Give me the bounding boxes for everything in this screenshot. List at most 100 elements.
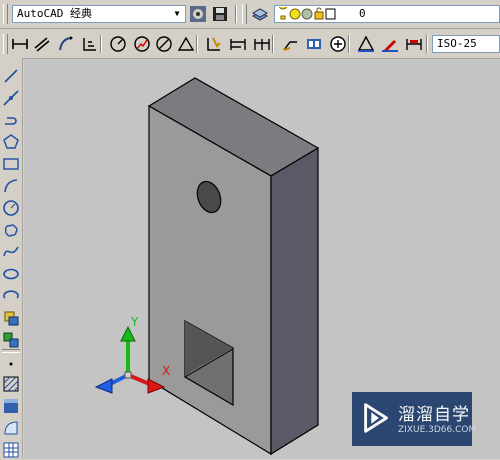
revcloud-icon: [4, 224, 18, 237]
construction-line-button[interactable]: [1, 88, 21, 108]
workspace-settings-button[interactable]: [188, 4, 208, 24]
quick-leader-icon: [283, 41, 297, 51]
revcloud-button[interactable]: [1, 220, 21, 240]
dimstyle-value: ISO-25: [437, 37, 477, 50]
diameter-dim-button[interactable]: [154, 34, 174, 54]
toolbar-grip[interactable]: [242, 4, 247, 24]
construction-line-icon: [3, 90, 19, 106]
linear-dim-icon: [12, 39, 28, 49]
aligned-dim-button[interactable]: [32, 34, 52, 54]
arc-length-dim-button[interactable]: [56, 34, 76, 54]
quick-dim-icon: [207, 37, 221, 51]
linear-dim-button[interactable]: [10, 34, 30, 54]
toolbar-grip[interactable]: [3, 4, 8, 24]
toolbar-separator: [272, 35, 274, 53]
continue-dim-button[interactable]: [252, 34, 272, 54]
layer-properties-button[interactable]: [250, 4, 270, 24]
ellipse-arc-button[interactable]: [1, 286, 21, 306]
ucs-y-label: Y: [131, 315, 139, 329]
jogged-dim-icon: [134, 36, 150, 52]
watermark-logo: 溜溜自学 ZIXUE.3D66.COM: [352, 392, 476, 446]
toolbar-grip[interactable]: [3, 34, 8, 54]
watermark-brand: 溜溜自学: [398, 405, 470, 425]
dimstyle-dropdown[interactable]: ISO-25: [432, 35, 500, 53]
workspace-value: AutoCAD 经典: [17, 7, 92, 20]
region-icon: [4, 421, 18, 435]
polyline-button[interactable]: [1, 110, 21, 130]
baseline-dim-icon: [230, 39, 246, 50]
jogged-dim-button[interactable]: [132, 34, 152, 54]
arc-icon: [4, 179, 18, 193]
arc-length-dim-icon: [59, 36, 73, 51]
ordinate-dim-icon: [83, 38, 96, 51]
insert-block-button[interactable]: [1, 308, 21, 328]
arc-button[interactable]: [1, 176, 21, 196]
diameter-dim-icon: [156, 36, 172, 52]
radius-dim-button[interactable]: [108, 34, 128, 54]
toolbar-separator: [235, 5, 237, 23]
play-logo-icon: [364, 403, 388, 433]
layer-name: 0: [359, 7, 366, 20]
insert-block-icon: [4, 311, 19, 326]
chevron-down-icon[interactable]: ▼: [171, 8, 183, 20]
table-icon: [3, 442, 19, 458]
ellipse-button[interactable]: [1, 264, 21, 284]
quick-dim-button[interactable]: [204, 34, 224, 54]
aligned-dim-icon: [34, 37, 50, 52]
ellipse-icon: [3, 268, 19, 280]
toolbar-row-workspace: AutoCAD 经典 ▼ 0: [0, 0, 500, 29]
hatch-button[interactable]: [1, 374, 21, 394]
line-button[interactable]: [1, 66, 21, 86]
center-mark-button[interactable]: [328, 34, 348, 54]
spline-icon: [3, 246, 19, 257]
dim-edit-icon: [357, 35, 375, 52]
polygon-button[interactable]: [1, 132, 21, 152]
ellipse-arc-icon: [3, 290, 19, 299]
dim-text-edit-icon: [382, 40, 398, 52]
ucs-x-label: X: [162, 364, 171, 378]
gradient-button[interactable]: [1, 396, 21, 416]
dim-text-edit-button[interactable]: [380, 34, 400, 54]
layer-state-icons: [279, 7, 336, 20]
layers-icon: [251, 8, 269, 21]
gradient-icon: [4, 399, 18, 413]
ordinate-dim-button[interactable]: [80, 34, 100, 54]
dim-update-icon: [406, 39, 422, 50]
rectangle-icon: [3, 158, 19, 170]
workspace-dropdown[interactable]: AutoCAD 经典 ▼: [12, 5, 186, 23]
block-side-face: [270, 146, 319, 456]
angular-dim-button[interactable]: [176, 34, 196, 54]
angular-dim-icon: [177, 36, 195, 51]
center-mark-icon: [330, 36, 346, 52]
dim-update-button[interactable]: [404, 34, 424, 54]
toolbar-row-dimension: ISO-25: [0, 30, 500, 59]
toolbar-separator: [426, 35, 428, 53]
circle-button[interactable]: [1, 198, 21, 218]
radius-dim-icon: [110, 36, 126, 52]
rectangle-button[interactable]: [1, 154, 21, 174]
point-icon: [9, 362, 13, 366]
draw-toolbar: [0, 58, 23, 459]
spline-button[interactable]: [1, 242, 21, 262]
tolerance-icon: [307, 39, 321, 49]
baseline-dim-button[interactable]: [228, 34, 248, 54]
line-icon: [4, 69, 18, 83]
polyline-icon: [5, 117, 17, 125]
save-workspace-button[interactable]: [210, 4, 230, 24]
make-block-button[interactable]: [1, 330, 21, 350]
toolbar-separator: [196, 35, 198, 53]
tolerance-button[interactable]: [304, 34, 324, 54]
hatch-icon: [3, 376, 19, 392]
gear-icon: [190, 6, 206, 22]
point-button[interactable]: [1, 352, 21, 372]
polygon-icon: [3, 134, 19, 149]
quick-leader-button[interactable]: [280, 34, 300, 54]
dim-edit-button[interactable]: [356, 34, 376, 54]
watermark-url: ZIXUE.3D66.COM: [398, 425, 477, 435]
toolbar-separator: [348, 35, 350, 53]
circle-icon: [3, 200, 19, 216]
layer-dropdown[interactable]: 0: [274, 5, 500, 23]
region-button[interactable]: [1, 418, 21, 438]
save-icon: [213, 7, 227, 21]
table-button[interactable]: [1, 440, 21, 460]
